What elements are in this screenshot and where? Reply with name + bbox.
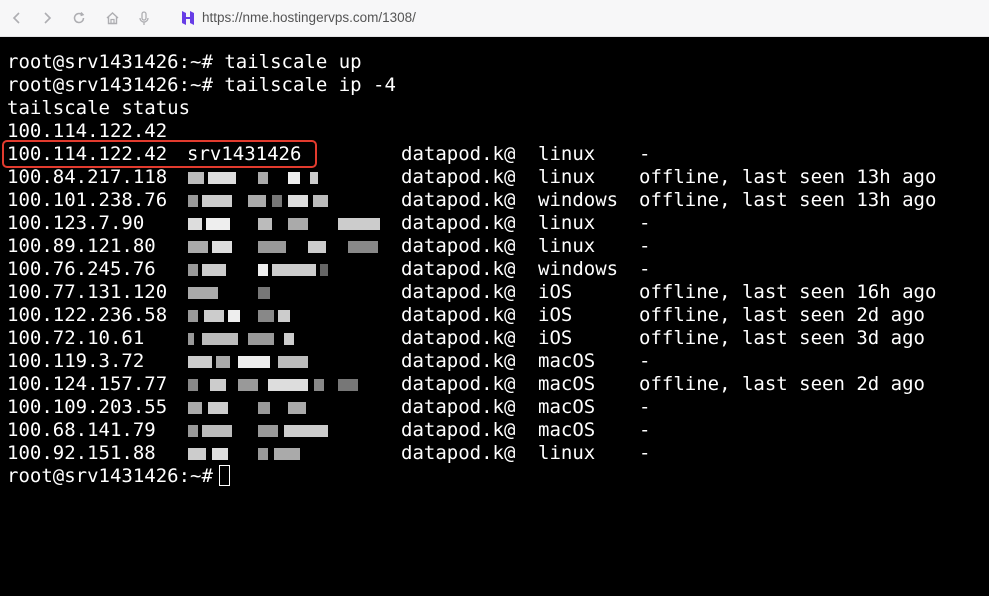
redacted-hostname [188,373,383,396]
device-status: offline, last seen 13h ago [639,166,937,188]
device-status: - [639,235,651,257]
device-user: datapod.k@ [401,350,516,372]
device-user: datapod.k@ [401,419,516,441]
device-status: - [639,258,651,280]
device-os: linux [538,166,596,188]
device-ip: 100.123.7.90 [7,212,145,234]
device-status: - [639,350,651,372]
device-ip: 100.109.203.55 [7,396,168,418]
redacted-hostname [188,166,383,189]
terminal-output-line: tailscale status [7,97,191,119]
redacted-hostname [188,189,383,212]
device-ip: 100.77.131.120 [7,281,168,303]
device-os: macOS [538,350,596,372]
device-user: datapod.k@ [401,281,516,303]
redacted-hostname [188,304,383,327]
device-ip: 100.124.157.77 [7,373,168,395]
redacted-hostname [188,442,383,465]
device-os: windows [538,189,619,211]
device-user: datapod.k@ [401,143,516,165]
device-user: datapod.k@ [401,327,516,349]
device-ip: 100.68.141.79 [7,419,156,441]
device-user: datapod.k@ [401,166,516,188]
device-ip: 100.72.10.61 [7,327,145,349]
device-os: windows [538,258,619,280]
device-user: datapod.k@ [401,396,516,418]
device-os: macOS [538,396,596,418]
self-node-highlight-box [2,140,317,168]
redacted-hostname [188,258,383,281]
device-user: datapod.k@ [401,212,516,234]
device-os: iOS [538,304,573,326]
device-os: linux [538,235,596,257]
chevron-left-icon[interactable] [8,9,26,27]
device-status: offline, last seen 2d ago [639,373,925,395]
device-os: macOS [538,373,596,395]
redacted-hostname [188,212,383,235]
device-status: - [639,442,651,464]
redacted-hostname [188,396,383,419]
device-status: - [639,396,651,418]
device-status: - [639,143,651,165]
device-status: offline, last seen 2d ago [639,304,925,326]
device-ip: 100.76.245.76 [7,258,156,280]
device-user: datapod.k@ [401,304,516,326]
device-os: iOS [538,281,573,303]
home-icon[interactable] [103,9,121,27]
device-ip: 100.89.121.80 [7,235,156,257]
device-os: linux [538,143,596,165]
redacted-hostname [188,281,383,304]
device-os: linux [538,212,596,234]
device-status: offline, last seen 3d ago [639,327,925,349]
device-ip: 100.122.236.58 [7,304,168,326]
device-status: offline, last seen 16h ago [639,281,937,303]
device-user: datapod.k@ [401,373,516,395]
device-ip: 100.92.151.88 [7,442,156,464]
redacted-hostname [188,235,383,258]
microphone-icon[interactable] [135,9,153,27]
terminal-cursor [219,465,230,486]
device-user: datapod.k@ [401,189,516,211]
redacted-hostname [188,327,383,350]
device-os: linux [538,442,596,464]
device-os: macOS [538,419,596,441]
hostinger-logo-icon [180,10,196,26]
chevron-right-icon[interactable] [38,9,56,27]
device-status: - [639,212,651,234]
device-ip: 100.84.217.118 [7,166,168,188]
redacted-hostname [188,419,383,442]
terminal-window[interactable]: root@srv1431426:~# tailscale up root@srv… [0,37,989,596]
device-status: offline, last seen 13h ago [639,189,937,211]
terminal-prompt: root@srv1431426:~# [7,465,213,487]
device-ip: 100.101.238.76 [7,189,168,211]
device-status: - [639,419,651,441]
device-user: datapod.k@ [401,442,516,464]
terminal-command-line: root@srv1431426:~# tailscale up [7,51,362,73]
address-bar-url[interactable]: https://nme.hostingervps.com/1308/ [202,9,416,27]
reload-icon[interactable] [70,9,88,27]
device-os: iOS [538,327,573,349]
browser-toolbar: https://nme.hostingervps.com/1308/ [0,0,989,37]
device-user: datapod.k@ [401,258,516,280]
terminal-command-line: root@srv1431426:~# tailscale ip -4 [7,74,396,96]
device-ip: 100.119.3.72 [7,350,145,372]
redacted-hostname [188,350,383,373]
device-user: datapod.k@ [401,235,516,257]
